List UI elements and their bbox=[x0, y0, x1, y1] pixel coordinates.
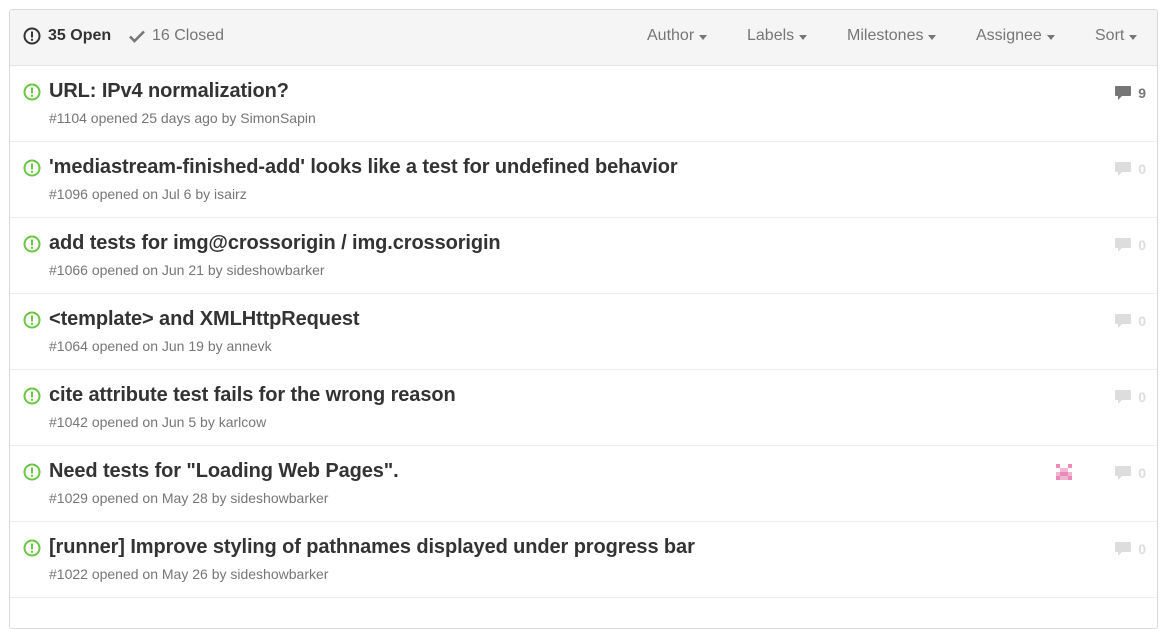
comment-icon bbox=[1115, 542, 1132, 556]
comment-count[interactable]: 0 bbox=[1114, 389, 1146, 405]
issue-opened-icon bbox=[23, 311, 41, 329]
issue-meta: #1042 opened on Jun 5 by karlcow bbox=[49, 414, 266, 430]
sort-filter[interactable]: Sort bbox=[1095, 27, 1138, 45]
issue-title-link[interactable]: 'mediastream-finished-add' looks like a … bbox=[49, 156, 678, 179]
comment-icon bbox=[1115, 162, 1132, 176]
issue-number: #1066 bbox=[49, 262, 88, 278]
issue-row: add tests for img@crossorigin / img.cros… bbox=[10, 218, 1157, 294]
comment-icon bbox=[1115, 314, 1132, 328]
issue-row: 'mediastream-finished-add' looks like a … bbox=[10, 142, 1157, 218]
chevron-down-icon bbox=[1129, 34, 1138, 40]
issue-meta: #1064 opened on Jun 19 by annevk bbox=[49, 338, 272, 354]
issue-title-link[interactable]: add tests for img@crossorigin / img.cros… bbox=[49, 232, 501, 255]
issue-opened-text: opened 25 days ago by bbox=[90, 110, 237, 126]
labels-filter[interactable]: Labels bbox=[747, 27, 808, 45]
chevron-down-icon bbox=[928, 34, 937, 40]
issue-number: #1022 bbox=[49, 566, 88, 582]
issue-meta: #1029 opened on May 28 by sideshowbarker bbox=[49, 490, 328, 506]
issue-opened-text: opened on Jun 5 by bbox=[91, 414, 215, 430]
check-icon bbox=[128, 27, 146, 45]
chevron-down-icon bbox=[799, 34, 808, 40]
issue-number: #1042 bbox=[49, 414, 88, 430]
comment-count-value: 0 bbox=[1138, 313, 1146, 329]
assignee-avatar[interactable] bbox=[1054, 462, 1074, 482]
issue-author-link[interactable]: isairz bbox=[214, 186, 247, 202]
closed-issues-tab[interactable]: 16 Closed bbox=[128, 27, 224, 45]
issue-opened-text: opened on Jun 21 by bbox=[91, 262, 223, 278]
comment-count-value: 9 bbox=[1138, 85, 1146, 101]
comment-icon bbox=[1115, 238, 1132, 252]
assignee-filter-label: Assignee bbox=[976, 27, 1042, 44]
issue-opened-icon bbox=[23, 235, 41, 253]
issue-opened-icon bbox=[23, 83, 41, 101]
comment-count-value: 0 bbox=[1138, 465, 1146, 481]
issue-opened-icon bbox=[23, 159, 41, 177]
issue-opened-icon bbox=[23, 539, 41, 557]
issues-header: 35 Open 16 Closed Author Labels Mileston… bbox=[10, 10, 1157, 66]
comment-count-value: 0 bbox=[1138, 161, 1146, 177]
issue-opened-icon bbox=[23, 463, 41, 481]
sort-filter-label: Sort bbox=[1095, 27, 1125, 44]
issue-title-link[interactable]: cite attribute test fails for the wrong … bbox=[49, 384, 456, 407]
chevron-down-icon bbox=[699, 34, 708, 40]
issue-row: cite attribute test fails for the wrong … bbox=[10, 370, 1157, 446]
comment-count[interactable]: 0 bbox=[1114, 313, 1146, 329]
issue-number: #1096 bbox=[49, 186, 88, 202]
labels-filter-label: Labels bbox=[747, 27, 795, 44]
issue-row: [runner] Improve styling of pathnames di… bbox=[10, 522, 1157, 598]
issue-author-link[interactable]: sideshowbarker bbox=[230, 490, 328, 506]
open-count-label: 35 Open bbox=[48, 27, 112, 44]
issue-number: #1104 bbox=[49, 110, 87, 126]
author-filter[interactable]: Author bbox=[647, 27, 708, 45]
milestones-filter-label: Milestones bbox=[847, 27, 924, 44]
comment-count[interactable]: 9 bbox=[1114, 85, 1146, 101]
issue-title-link[interactable]: <template> and XMLHttpRequest bbox=[49, 308, 360, 331]
issue-meta: #1022 opened on May 26 by sideshowbarker bbox=[49, 566, 328, 582]
comment-icon bbox=[1115, 86, 1132, 100]
comment-count[interactable]: 0 bbox=[1114, 237, 1146, 253]
issue-opened-text: opened on May 28 by bbox=[91, 490, 227, 506]
comment-count-value: 0 bbox=[1138, 237, 1146, 253]
issue-title-link[interactable]: Need tests for "Loading Web Pages". bbox=[49, 460, 399, 483]
comment-count-value: 0 bbox=[1138, 541, 1146, 557]
comment-count[interactable]: 0 bbox=[1114, 161, 1146, 177]
comment-icon bbox=[1115, 466, 1132, 480]
issue-opened-icon bbox=[23, 387, 41, 405]
issue-rows: URL: IPv4 normalization? #1104 opened 25… bbox=[10, 66, 1157, 598]
author-filter-label: Author bbox=[647, 27, 695, 44]
issue-title-link[interactable]: URL: IPv4 normalization? bbox=[49, 80, 289, 103]
issue-author-link[interactable]: karlcow bbox=[219, 414, 266, 430]
issue-title-link[interactable]: [runner] Improve styling of pathnames di… bbox=[49, 536, 695, 559]
issue-number: #1064 bbox=[49, 338, 88, 354]
closed-count-label: 16 Closed bbox=[152, 27, 225, 44]
issue-meta: #1104 opened 25 days ago by SimonSapin bbox=[49, 110, 316, 126]
issue-opened-text: opened on Jun 19 by bbox=[91, 338, 223, 354]
issue-author-link[interactable]: SimonSapin bbox=[240, 110, 316, 126]
issue-meta: #1096 opened on Jul 6 by isairz bbox=[49, 186, 247, 202]
open-issues-tab[interactable]: 35 Open bbox=[23, 27, 111, 45]
comment-count-value: 0 bbox=[1138, 389, 1146, 405]
issue-number: #1029 bbox=[49, 490, 88, 506]
assignee-filter[interactable]: Assignee bbox=[976, 27, 1055, 45]
issue-author-link[interactable]: sideshowbarker bbox=[230, 566, 328, 582]
issue-opened-text: opened on May 26 by bbox=[91, 566, 227, 582]
issue-author-link[interactable]: annevk bbox=[227, 338, 272, 354]
comment-count[interactable]: 0 bbox=[1114, 541, 1146, 557]
chevron-down-icon bbox=[1046, 34, 1055, 40]
issue-row: <template> and XMLHttpRequest #1064 open… bbox=[10, 294, 1157, 370]
milestones-filter[interactable]: Milestones bbox=[847, 27, 937, 45]
issue-row: URL: IPv4 normalization? #1104 opened 25… bbox=[10, 66, 1157, 142]
issue-meta: #1066 opened on Jun 21 by sideshowbarker bbox=[49, 262, 325, 278]
comment-icon bbox=[1115, 390, 1132, 404]
issue-row: Need tests for "Loading Web Pages". #102… bbox=[10, 446, 1157, 522]
comment-count[interactable]: 0 bbox=[1114, 465, 1146, 481]
issue-opened-text: opened on Jul 6 by bbox=[91, 186, 211, 202]
issues-list: 35 Open 16 Closed Author Labels Mileston… bbox=[9, 9, 1158, 629]
issue-author-link[interactable]: sideshowbarker bbox=[227, 262, 325, 278]
issue-opened-icon bbox=[23, 27, 41, 45]
